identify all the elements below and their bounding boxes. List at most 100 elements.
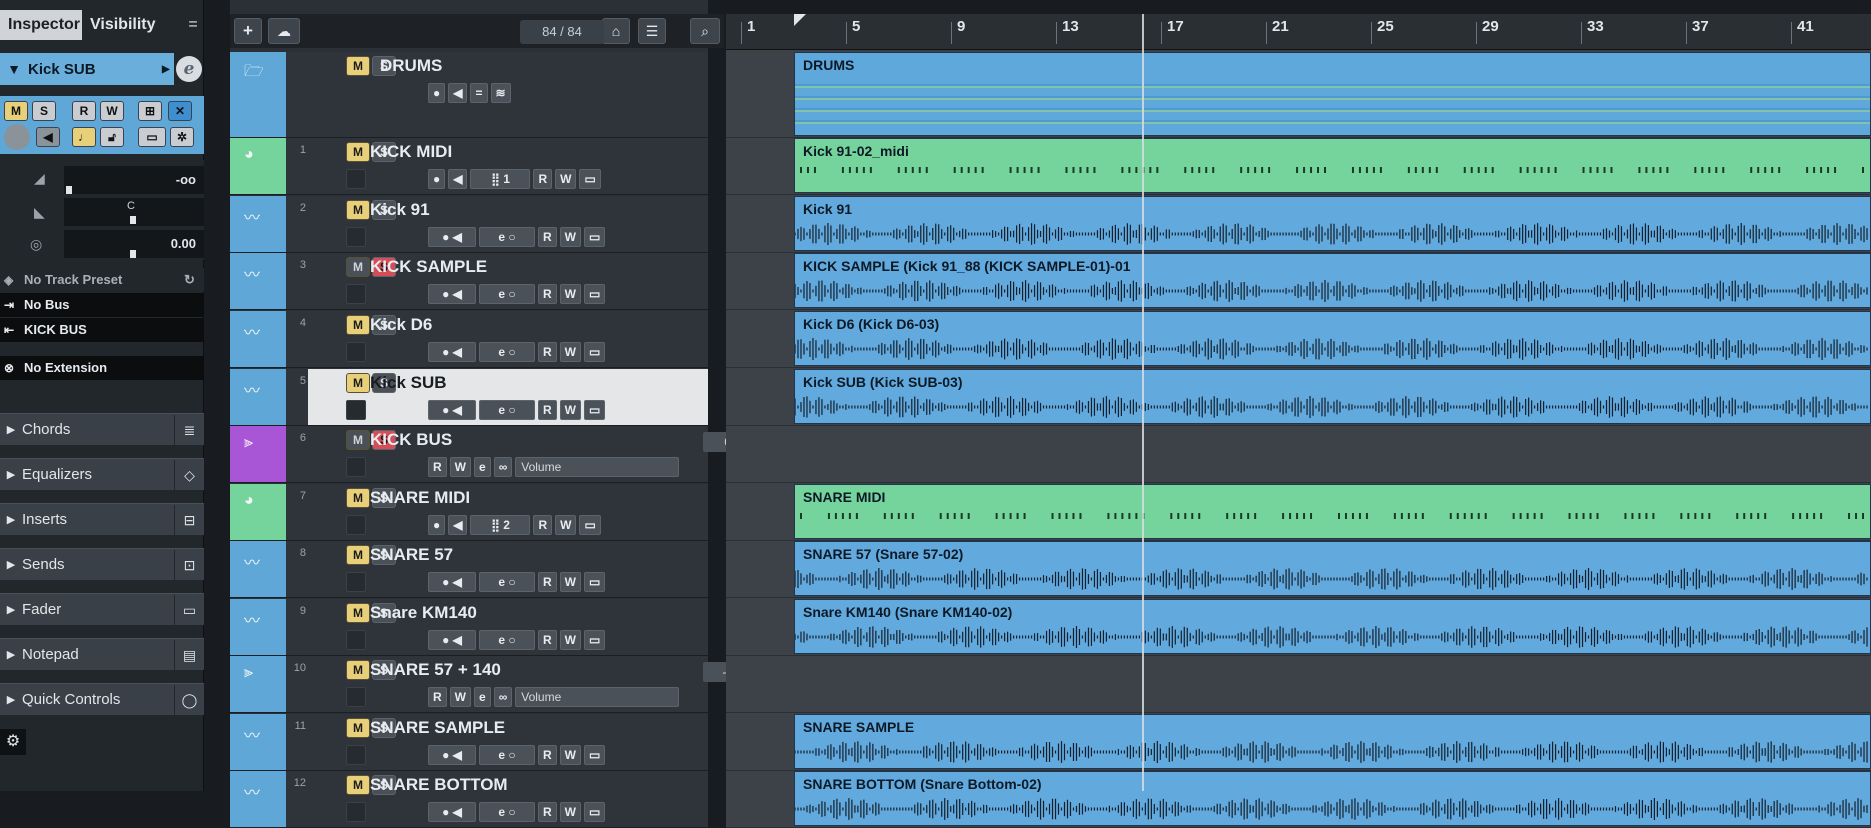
inspector-section-chords[interactable]: ▶ Chords ≣ xyxy=(0,413,204,445)
audio-event[interactable]: Snare KM140 (Snare KM140-02) xyxy=(794,599,1871,654)
inspector-section-fader[interactable]: ▶ Fader ▭ xyxy=(0,593,204,625)
track-row[interactable]: 〰 3 M S KICK SAMPLE ● ◀ e ○ R W ▭ xyxy=(230,253,708,310)
read-automation-button[interactable]: R xyxy=(538,745,557,765)
record-enable-button[interactable] xyxy=(4,124,30,150)
home-icon[interactable]: ⌂ xyxy=(602,18,630,44)
write-automation-button[interactable]: W xyxy=(559,572,581,592)
record-monitor-group[interactable]: ● ◀ xyxy=(428,572,476,592)
monitor-button[interactable]: ◀ xyxy=(448,515,468,535)
pan-control[interactable]: C xyxy=(64,198,204,226)
track-row[interactable]: ⫸ 6 M S KICK BUS R W e ∞ Volume 0.00 xyxy=(230,426,769,483)
section-icon[interactable]: ⊡ xyxy=(174,549,204,580)
write-automation-button[interactable]: W xyxy=(559,400,581,420)
audio-event[interactable]: Kick 91 xyxy=(794,196,1871,251)
read-automation-button[interactable]: R xyxy=(72,101,96,121)
inspector-menu-button[interactable]: = xyxy=(182,10,204,40)
inspector-section-quick-controls[interactable]: ▶ Quick Controls ◯ xyxy=(0,683,204,715)
read-automation-button[interactable]: R xyxy=(533,169,553,189)
gear-icon[interactable]: ⚙ xyxy=(0,729,26,755)
audio-event[interactable]: SNARE SAMPLE xyxy=(794,714,1871,769)
arrange-lane[interactable]: SNARE SAMPLE xyxy=(726,714,1871,771)
track-row[interactable]: 〰 12 M S SNARE BOTTOM ● ◀ e ○ R W ▭ xyxy=(230,771,708,828)
cloud-icon[interactable]: ☁ xyxy=(268,18,300,44)
track-preset-row[interactable]: ◈ No Track Preset ↻ xyxy=(0,268,204,292)
write-automation-button[interactable]: W xyxy=(449,457,471,477)
extension-row[interactable]: ⊗ No Extension xyxy=(0,356,204,380)
edit-channel-button[interactable]: e ○ xyxy=(479,284,535,304)
track-row[interactable]: 🗁 M S DRUMS ● ◀ = ≋ xyxy=(230,52,708,138)
read-automation-button[interactable]: R xyxy=(538,630,557,650)
read-automation-button[interactable]: R xyxy=(538,284,557,304)
tab-inspector[interactable]: Inspector xyxy=(0,10,82,40)
write-automation-button[interactable]: W xyxy=(555,515,577,535)
record-enable-button[interactable]: ● xyxy=(428,169,446,189)
record-enable-button[interactable]: ● xyxy=(428,515,446,535)
edit-channel-button[interactable]: e ○ xyxy=(479,342,535,362)
channel-config-button[interactable]: ▭ xyxy=(584,802,606,822)
monitor-button[interactable]: ◀ xyxy=(448,169,468,189)
section-icon[interactable]: ⊟ xyxy=(174,504,204,535)
arrange-lane[interactable]: Kick 91 xyxy=(726,196,1871,253)
record-enable-button[interactable]: ● xyxy=(428,83,446,103)
tab-visibility[interactable]: Visibility xyxy=(82,10,182,40)
channel-config-button[interactable]: ▭ xyxy=(584,572,606,592)
section-icon[interactable]: ▤ xyxy=(174,639,204,670)
arrange-lane[interactable]: Snare KM140 (Snare KM140-02) xyxy=(726,599,1871,656)
channel-config-button[interactable]: ▭ xyxy=(584,630,606,650)
arrange-lane[interactable]: SNARE 57 (Snare 57-02) xyxy=(726,541,1871,598)
record-monitor-group[interactable]: ● ◀ xyxy=(428,802,476,822)
audio-event[interactable]: Kick SUB (Kick SUB-03) xyxy=(794,369,1871,424)
edit-channel-button[interactable]: e ○ xyxy=(479,572,535,592)
refresh-icon[interactable]: ↻ xyxy=(184,268,195,292)
record-monitor-group[interactable]: ● ◀ xyxy=(428,630,476,650)
midi-event[interactable]: Kick 91-02_midi xyxy=(794,138,1871,193)
track-delay-field[interactable]: 0.00 xyxy=(64,230,204,258)
channel-config-button[interactable]: ▭ xyxy=(138,127,166,147)
midi-event[interactable]: SNARE MIDI xyxy=(794,484,1871,539)
edit-channel-button[interactable]: e xyxy=(474,457,491,477)
read-automation-button[interactable]: R xyxy=(538,342,557,362)
record-monitor-group[interactable]: ● ◀ xyxy=(428,745,476,765)
record-monitor-group[interactable]: ● ◀ xyxy=(428,284,476,304)
write-automation-button[interactable]: W xyxy=(559,745,581,765)
record-monitor-group[interactable]: ● ◀ xyxy=(428,227,476,247)
inspector-section-sends[interactable]: ▶ Sends ⊡ xyxy=(0,548,204,580)
mute-button[interactable]: M xyxy=(4,101,28,121)
wave-button[interactable]: ≋ xyxy=(490,83,511,103)
write-automation-button[interactable]: W xyxy=(449,687,471,707)
channel-config-button[interactable]: ▭ xyxy=(579,169,601,189)
read-automation-button[interactable]: R xyxy=(538,227,557,247)
section-icon[interactable]: ≣ xyxy=(174,414,204,445)
write-automation-button[interactable]: W xyxy=(559,227,581,247)
edit-channel-button[interactable]: e ○ xyxy=(479,630,535,650)
record-monitor-group[interactable]: ● ◀ xyxy=(428,342,476,362)
volume-fader[interactable]: -oo xyxy=(64,166,204,194)
settings-wheel-icon[interactable]: ✲ xyxy=(170,127,194,147)
automation-parameter[interactable]: Volume xyxy=(515,687,680,707)
lock-icon[interactable]: 🔓︎ xyxy=(100,127,124,147)
inspector-track-header[interactable]: ▼ Kick SUB ▶ xyxy=(0,53,174,85)
collapse-arrow-icon[interactable]: ▼ xyxy=(0,61,28,77)
edit-channel-button[interactable]: e xyxy=(176,56,202,82)
left-locator-marker[interactable] xyxy=(794,14,806,26)
arrange-lane[interactable] xyxy=(726,656,1871,713)
link-button[interactable]: ∞ xyxy=(493,687,513,707)
read-automation-button[interactable]: R xyxy=(538,572,557,592)
read-automation-button[interactable]: R xyxy=(533,515,553,535)
track-row[interactable]: 〰 4 M S Kick D6 ● ◀ e ○ R W ▭ xyxy=(230,311,708,368)
timebase-button[interactable]: ♩ xyxy=(72,127,96,147)
write-automation-button[interactable]: W xyxy=(559,802,581,822)
track-row[interactable]: 〰 9 M S Snare KM140 ● ◀ e ○ R W ▭ xyxy=(230,599,708,656)
section-icon[interactable]: ◯ xyxy=(174,684,204,715)
inspector-section-equalizers[interactable]: ▶ Equalizers ◇ xyxy=(0,458,204,490)
input-routing-row[interactable]: ⇥ No Bus xyxy=(0,293,204,317)
arrange-lane[interactable]: SNARE BOTTOM (Snare Bottom-02) xyxy=(726,771,1871,828)
track-row[interactable]: 〰 5 M S Kick SUB ● ◀ e ○ R W ▭ xyxy=(230,369,708,426)
channel-config-button[interactable]: ▭ xyxy=(584,342,606,362)
lanes-button[interactable]: ⊞ xyxy=(138,101,162,121)
track-row[interactable]: ◕ 1 M S KICK MIDI ● ◀ ⣿ 1 R W ▭ xyxy=(230,138,708,195)
channel-config-button[interactable]: ▭ xyxy=(584,745,606,765)
write-automation-button[interactable]: W xyxy=(559,342,581,362)
link-button[interactable]: ∞ xyxy=(493,457,513,477)
edit-channel-button[interactable]: e ○ xyxy=(479,227,535,247)
